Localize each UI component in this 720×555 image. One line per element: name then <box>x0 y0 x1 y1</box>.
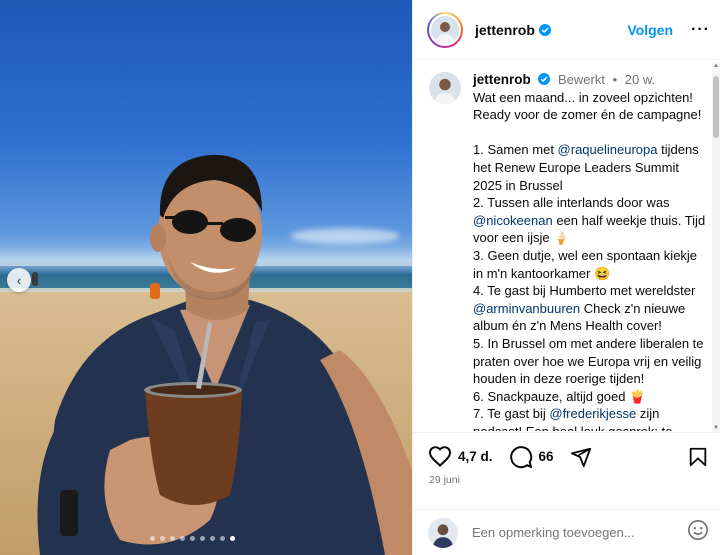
caption-line: 4. Te gast bij Humberto met wereldster <box>473 282 711 300</box>
caption-scrollbar[interactable]: ▲ ▼ <box>712 62 720 432</box>
post-age[interactable]: 20 w. <box>625 72 655 87</box>
caption-fragment: Wat een maand... in zoveel opzichten! <box>473 89 693 105</box>
carousel-dot[interactable] <box>170 536 175 541</box>
caption-fragment: Check z'n nieuwe <box>580 300 686 316</box>
carousel-dot[interactable] <box>230 536 235 541</box>
like-count[interactable]: 4,7 d. <box>458 449 493 464</box>
avatar-image <box>431 15 459 44</box>
emoji-icon <box>688 520 708 540</box>
bookmark-icon <box>689 447 707 466</box>
caption-fragment: 1. Samen met <box>473 142 558 158</box>
share-icon <box>570 447 591 467</box>
caption-fragment: 5. In Brussel om met andere liberalen te <box>473 335 704 351</box>
caption-fragment: 7. Te gast bij <box>473 406 550 422</box>
verified-icon <box>538 73 551 85</box>
author-username[interactable]: jettenrob <box>475 22 535 38</box>
caption-fragment: 2025 in Brussel <box>473 177 563 193</box>
caption-line: podcast! Een heel leuk gesprek; te <box>473 423 711 431</box>
photo-person <box>37 154 412 555</box>
caption-line: 1. Samen met @raquelineuropa tijdens <box>473 141 711 159</box>
caption-fragment: het Renew Europe Leaders Summit <box>473 159 679 175</box>
caption-line: houden in deze roerige tijden! <box>473 370 711 388</box>
caption-line: 7. Te gast bij @frederikjesse zijn <box>473 405 711 423</box>
caption-username[interactable]: jettenrob <box>473 72 531 87</box>
author-avatar[interactable] <box>427 11 463 48</box>
caption-line: 5. In Brussel om met andere liberalen te <box>473 335 711 353</box>
caption-fragment: Ready voor de zomer én de campagne! <box>473 107 702 123</box>
post-date[interactable]: 29 juni <box>429 474 460 486</box>
caption-line: 6. Snackpauze, altijd goed 🍟 <box>473 388 711 406</box>
mention-link[interactable]: @arminvanbuuren <box>473 301 580 316</box>
caption-line: voor een ijsje 🍦 <box>473 229 711 247</box>
caption-line: Wat een maand... in zoveel opzichten! <box>473 89 711 107</box>
share-button[interactable] <box>570 446 592 468</box>
carousel-dot[interactable] <box>190 536 195 541</box>
caption-lines: Wat een maand... in zoveel opzichten! Rea… <box>473 89 711 431</box>
mention-link[interactable]: @raquelineuropa <box>558 142 658 157</box>
caption-text: jettenrob Bewerkt • 20 w. Wat een maand.… <box>473 71 711 431</box>
more-options-button[interactable]: ··· <box>691 21 710 39</box>
carousel-dot[interactable] <box>180 536 185 541</box>
caption-fragment: zijn <box>636 406 660 422</box>
carousel-dot[interactable] <box>160 536 165 541</box>
post-header: jettenrob Volgen ··· <box>413 0 720 60</box>
mention-link[interactable]: @nicokeenan <box>473 213 553 228</box>
carousel-dot[interactable] <box>200 536 205 541</box>
caption-fragment: 3. Geen dutje, wel een spontaan kiekje <box>473 247 698 263</box>
caption-fragment: podcast! Een heel leuk gesprek; te <box>473 424 672 431</box>
caption-line: in m'n kantoorkamer 😆 <box>473 265 711 283</box>
caption-fragment: 4. Te gast bij Humberto met wereldster <box>473 283 696 299</box>
like-button[interactable]: 4,7 d. <box>428 445 493 469</box>
caption-line: 2. Tussen alle interlands door was <box>473 194 711 212</box>
chevron-left-icon: ‹ <box>16 272 22 288</box>
caption-line: 2025 in Brussel <box>473 177 711 195</box>
caption-line: @nicokeenan een half weekje thuis. Tijd <box>473 212 711 230</box>
post-photo[interactable]: ‹ <box>0 0 412 555</box>
carousel-prev-button[interactable]: ‹ <box>7 268 31 292</box>
comment-button[interactable]: 66 <box>509 445 554 469</box>
post-panel: jettenrob Volgen ··· jettenrob Bewerkt •… <box>412 0 720 555</box>
scrollbar-thumb[interactable] <box>713 76 719 138</box>
caption-fragment: een half weekje thuis. Tijd <box>552 212 706 228</box>
caption-line: het Renew Europe Leaders Summit <box>473 159 711 177</box>
caption-line: Ready voor de zomer én de campagne! <box>473 106 711 124</box>
caption-avatar[interactable] <box>429 72 461 104</box>
caption-line <box>473 124 711 142</box>
heart-icon <box>428 445 452 467</box>
avatar-image <box>428 517 458 548</box>
mention-link[interactable]: @frederikjesse <box>549 406 636 421</box>
caption-fragment: houden in deze roerige tijden! <box>473 371 645 387</box>
emoji-button[interactable] <box>687 519 709 546</box>
comment-box <box>413 509 720 555</box>
edited-label: Bewerkt <box>558 72 605 87</box>
carousel-dot[interactable] <box>150 536 155 541</box>
caption-fragment: album én z'n Mens Health cover! <box>473 318 662 334</box>
caption-line: praten over hoe we Europa vrij en veilig <box>473 353 711 371</box>
carousel-dot[interactable] <box>220 536 225 541</box>
comment-count[interactable]: 66 <box>539 449 554 464</box>
caption-line: 3. Geen dutje, wel een spontaan kiekje <box>473 247 711 265</box>
verified-icon <box>538 23 551 36</box>
comment-icon <box>509 445 532 468</box>
caption-fragment: voor een ijsje 🍦 <box>473 230 570 246</box>
caption-area: jettenrob Bewerkt • 20 w. Wat een maand.… <box>413 61 713 431</box>
caption-fragment: 6. Snackpauze, altijd goed 🍟 <box>473 388 646 404</box>
caption-fragment <box>473 125 477 140</box>
caption-fragment: tijdens <box>657 142 699 158</box>
caption-line: @arminvanbuuren Check z'n nieuwe <box>473 300 711 318</box>
comment-input[interactable] <box>472 525 672 540</box>
caption-line: album én z'n Mens Health cover! <box>473 317 711 335</box>
carousel-dot[interactable] <box>210 536 215 541</box>
caption-fragment: praten over hoe we Europa vrij en veilig <box>473 353 702 369</box>
meta-separator: • <box>612 72 618 87</box>
viewer-avatar <box>428 517 458 548</box>
avatar-image <box>429 72 461 104</box>
action-bar: 4,7 d. 66 <box>413 432 720 480</box>
caption-fragment: in m'n kantoorkamer 😆 <box>473 265 611 281</box>
caption-fragment: 2. Tussen alle interlands door was <box>473 195 670 211</box>
follow-button[interactable]: Volgen <box>627 22 673 38</box>
carousel-dots <box>150 536 235 541</box>
save-button[interactable] <box>687 446 709 468</box>
